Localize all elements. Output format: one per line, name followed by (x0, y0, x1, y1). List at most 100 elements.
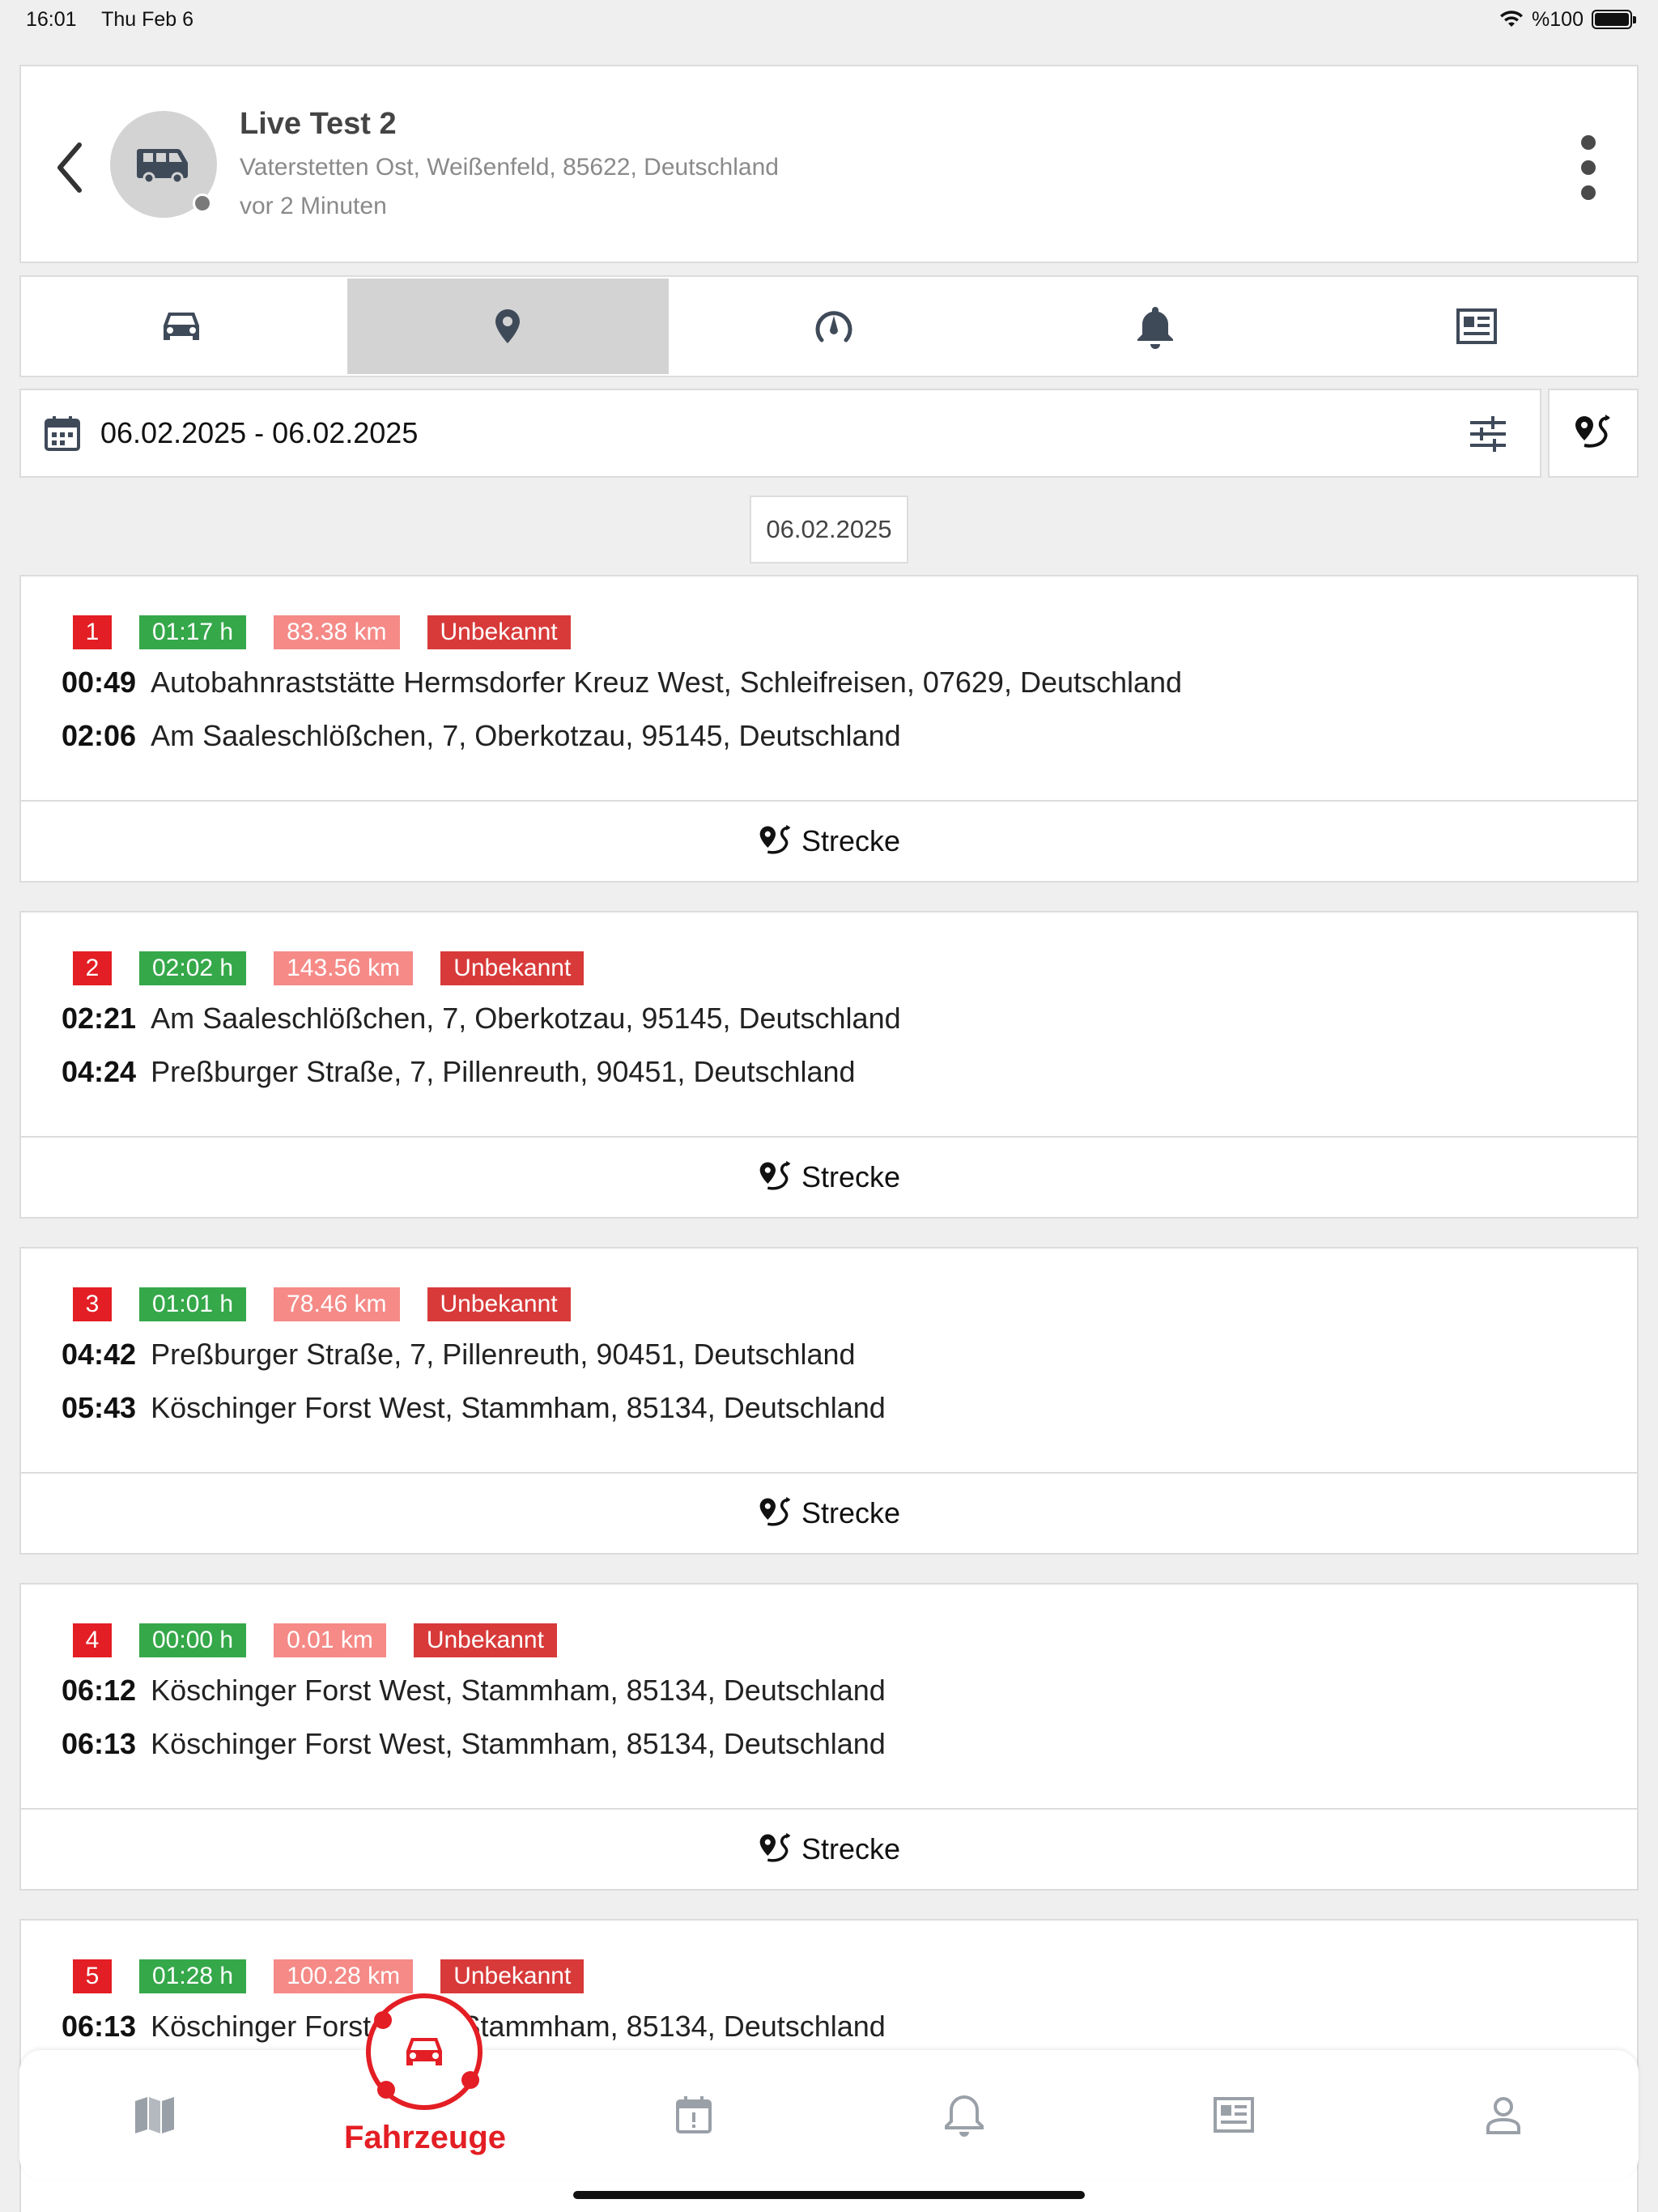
vehicle-address: Vaterstetten Ost, Weißenfeld, 85622, Deu… (240, 154, 779, 181)
tab-vehicle[interactable] (21, 279, 342, 374)
status-time: 16:01 (26, 7, 77, 31)
trip-start: 02:21 Am Saaleschlößchen, 7, Oberkotzau, … (62, 1002, 901, 1036)
trip-distance-badge: 100.28 km (274, 1959, 414, 1993)
battery-percent: %100 (1532, 7, 1584, 31)
trip-number-badge: 1 (73, 615, 112, 649)
trip-start: 00:49 Autobahnraststätte Hermsdorfer Kreu… (62, 666, 1182, 700)
filter-sliders-icon[interactable] (1469, 415, 1507, 453)
location-pin-icon (495, 309, 521, 343)
route-icon (759, 1496, 791, 1526)
calendar-icon (45, 416, 80, 451)
chevron-left-icon (57, 143, 82, 193)
trip-card: 1 01:17 h 83.38 km Unbekannt 00:49 Autoba… (19, 575, 1639, 883)
trip-end-address: Preßburger Straße, 7, Pillenreuth, 90451… (151, 1055, 856, 1088)
trip-number-badge: 4 (73, 1623, 112, 1657)
trip-distance-badge: 0.01 km (274, 1623, 386, 1657)
nav-notifications[interactable] (829, 2050, 1099, 2180)
trip-duration-badge: 01:28 h (139, 1959, 247, 1993)
route-icon (759, 1832, 791, 1862)
trip-start-address: Preßburger Straße, 7, Pillenreuth, 90451… (151, 1338, 856, 1371)
trip-end-address: Köschinger Forst West, Stammham, 85134, … (151, 1391, 886, 1424)
tab-gauge[interactable] (674, 279, 995, 374)
tab-trips[interactable] (346, 279, 669, 374)
trip-duration-badge: 01:17 h (139, 615, 247, 649)
back-button[interactable] (45, 131, 94, 204)
calendar-alert-icon (675, 2096, 712, 2133)
trip-end: 06:13 Köschinger Forst West, Stammham, 85… (62, 1727, 886, 1761)
trip-status-badge: Unbekannt (427, 615, 571, 649)
status-date: Thu Feb 6 (101, 7, 194, 31)
van-icon (137, 149, 188, 185)
trip-route-label: Strecke (801, 1160, 901, 1193)
vehicle-name: Live Test 2 (240, 107, 397, 141)
trip-number-badge: 5 (73, 1959, 112, 1993)
trip-route-button[interactable]: Strecke (21, 1136, 1637, 1217)
route-icon (759, 824, 791, 854)
trip-start-address: Köschinger Forst West, Stammham, 85134, … (151, 2010, 886, 2043)
trip-start-address: Autobahnraststätte Hermsdorfer Kreuz Wes… (151, 666, 1183, 699)
nav-map[interactable] (19, 2050, 289, 2180)
trip-start-time: 06:13 (62, 2010, 137, 2043)
trip-end: 04:24 Preßburger Straße, 7, Pillenreuth, … (62, 1055, 856, 1089)
trip-status-badge: Unbekannt (440, 951, 585, 985)
tab-reports[interactable] (1316, 279, 1637, 374)
nav-vehicles-label[interactable]: Fahrzeuge (324, 2120, 526, 2156)
trip-route-button[interactable]: Strecke (21, 1808, 1637, 1889)
trip-duration-badge: 02:02 h (139, 951, 247, 985)
route-icon (759, 1160, 791, 1190)
trip-status-badge: Unbekannt (440, 1959, 585, 1993)
nav-vehicles-active-indicator[interactable] (366, 1993, 483, 2110)
date-range-picker[interactable]: 06.02.2025 - 06.02.2025 (19, 389, 1541, 478)
trip-card: 3 01:01 h 78.46 km Unbekannt 04:42 Preßbu… (19, 1247, 1639, 1555)
trip-distance-badge: 78.46 km (274, 1287, 400, 1321)
home-indicator (573, 2191, 1085, 2199)
status-bar: 16:01 Thu Feb 6 %100 (0, 0, 1658, 39)
wifi-icon (1500, 11, 1524, 27)
trip-start: 04:42 Preßburger Straße, 7, Pillenreuth, … (62, 1338, 856, 1372)
trip-status-badge: Unbekannt (427, 1287, 571, 1321)
tab-bar (19, 275, 1639, 377)
more-options-button[interactable] (1572, 135, 1605, 200)
trip-duration-badge: 00:00 h (139, 1623, 247, 1657)
report-icon (1456, 308, 1497, 344)
battery-icon (1592, 10, 1636, 29)
day-label: 06.02.2025 (750, 496, 908, 564)
nav-calendar[interactable] (559, 2050, 828, 2180)
trip-route-label: Strecke (801, 1832, 901, 1865)
trip-distance-badge: 83.38 km (274, 615, 400, 649)
trip-start-address: Köschinger Forst West, Stammham, 85134, … (151, 1674, 886, 1707)
trip-start: 06:12 Köschinger Forst West, Stammham, 85… (62, 1674, 886, 1708)
trip-route-label: Strecke (801, 1496, 901, 1529)
trip-end-address: Am Saaleschlößchen, 7, Oberkotzau, 95145… (151, 719, 901, 752)
trip-end-time: 05:43 (62, 1391, 137, 1424)
trip-route-label: Strecke (801, 824, 901, 857)
trip-end-time: 02:06 (62, 719, 137, 752)
trip-end-address: Köschinger Forst West, Stammham, 85134, … (151, 1727, 886, 1760)
trip-end-time: 06:13 (62, 1727, 137, 1760)
trip-start-address: Am Saaleschlößchen, 7, Oberkotzau, 95145… (151, 1002, 901, 1035)
route-icon (1575, 415, 1610, 448)
gauge-icon (815, 311, 852, 342)
map-icon (134, 2097, 174, 2133)
trip-route-button[interactable]: Strecke (21, 1472, 1637, 1553)
trip-card: 2 02:02 h 143.56 km Unbekannt 02:21 Am Sa… (19, 911, 1639, 1219)
nav-reports[interactable] (1099, 2050, 1368, 2180)
tab-alerts[interactable] (994, 279, 1316, 374)
trip-card: 4 00:00 h 0.01 km Unbekannt 06:12 Köschin… (19, 1583, 1639, 1891)
vehicle-header: Live Test 2 Vaterstetten Ost, Weißenfeld… (19, 65, 1639, 263)
vehicle-avatar (110, 111, 217, 218)
online-status-dot (193, 194, 212, 213)
trip-number-badge: 3 (73, 1287, 112, 1321)
car-icon (406, 2038, 442, 2065)
report-icon (1213, 2097, 1254, 2133)
trip-start-time: 00:49 (62, 666, 137, 699)
person-icon (1486, 2097, 1520, 2134)
date-range-text: 06.02.2025 - 06.02.2025 (100, 416, 419, 449)
trip-route-button[interactable]: Strecke (21, 800, 1637, 881)
car-icon (164, 313, 200, 340)
trip-status-badge: Unbekannt (413, 1623, 557, 1657)
nav-profile[interactable] (1368, 2050, 1638, 2180)
show-all-routes-button[interactable] (1548, 389, 1639, 478)
bell-outline-icon (944, 2095, 984, 2137)
trip-duration-badge: 01:01 h (139, 1287, 247, 1321)
